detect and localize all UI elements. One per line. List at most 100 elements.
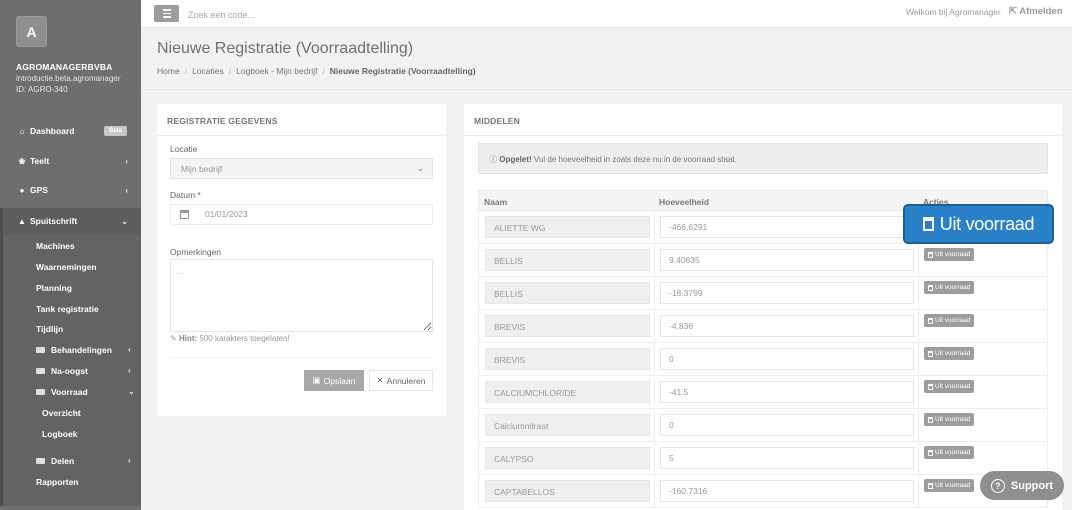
sidebar-item-overzicht[interactable]: Overzicht <box>42 408 81 418</box>
uit-voorraad-button[interactable]: Uit voorraad <box>924 314 975 327</box>
uit-voorraad-button[interactable]: Uit voorraad <box>924 380 975 393</box>
map-marker-icon: ● <box>19 185 25 195</box>
column-divider <box>654 376 655 409</box>
tint-icon: ▲ <box>18 216 26 226</box>
quantity-input[interactable] <box>660 447 914 469</box>
column-divider <box>654 409 655 442</box>
column-divider <box>654 343 655 376</box>
column-divider <box>654 244 655 277</box>
sidebar-item-behandelingen[interactable]: Behandelingen ‹ <box>36 345 131 355</box>
uit-voorraad-label: Uit voorraad <box>935 482 971 489</box>
page-title: Nieuwe Registratie (Voorraadtelling) <box>157 40 414 57</box>
sidebar-item-na-oogst[interactable]: Na-oogst ‹ <box>36 366 131 376</box>
chevron-left-icon: ‹ <box>128 456 131 465</box>
uit-voorraad-label: Uit voorraad <box>935 284 971 291</box>
save-button[interactable]: ▣ Opslaan <box>304 370 364 391</box>
sidebar-item-planning[interactable]: Planning <box>36 283 72 293</box>
search-input[interactable] <box>188 7 388 22</box>
column-header-naam: Naam <box>484 197 508 207</box>
sidebar-item-waarnemingen[interactable]: Waarnemingen <box>36 262 97 272</box>
breadcrumb-home[interactable]: Home <box>157 66 180 76</box>
sidebar-item-tank-registratie[interactable]: Tank registratie <box>36 304 99 314</box>
column-divider <box>918 409 919 442</box>
alert-message: Vul de hoeveelheid in zoals deze nu in d… <box>533 155 737 164</box>
hint-message: 500 karakters toegelaten! <box>199 334 290 343</box>
calendar-icon <box>180 210 189 219</box>
cancel-label: Annuleren <box>386 375 426 386</box>
column-divider <box>918 376 919 409</box>
uit-voorraad-button-highlighted[interactable]: Uit voorraad <box>905 206 1052 242</box>
trash-icon <box>928 482 933 489</box>
uit-voorraad-button[interactable]: Uit voorraad <box>924 347 975 360</box>
nav-dashboard[interactable]: ⌂ Dashboard Beta <box>0 118 141 144</box>
nav-dashboard-label: Dashboard <box>30 126 75 136</box>
logout-link[interactable]: ⇱ Afmelden <box>1009 6 1063 17</box>
nav-gps-label: GPS <box>30 185 48 195</box>
chevron-left-icon: ‹ <box>125 185 128 195</box>
company-info: introductie.beta.agromanager ID: AGRO-34… <box>16 73 121 95</box>
cancel-button[interactable]: ✕ Annuleren <box>369 370 433 391</box>
info-circle-icon: ⓘ <box>489 155 497 164</box>
uit-voorraad-button[interactable]: Uit voorraad <box>924 248 975 261</box>
close-icon: ✕ <box>376 375 384 385</box>
behandelingen-label: Behandelingen <box>51 345 112 355</box>
datum-field[interactable] <box>170 204 433 225</box>
uit-voorraad-highlighted-label: Uit voorraad <box>939 213 1035 234</box>
quantity-input[interactable] <box>660 348 914 370</box>
sidebar-item-tijdlijn[interactable]: Tijdlijn <box>36 324 63 334</box>
breadcrumb-locaties[interactable]: Locaties <box>192 66 224 76</box>
support-button[interactable]: ? Support <box>980 471 1064 500</box>
trash-icon <box>928 350 933 357</box>
uit-voorraad-button[interactable]: Uit voorraad <box>924 479 975 492</box>
opmerkingen-textarea[interactable] <box>170 259 433 332</box>
sidebar-item-delen[interactable]: Delen ‹ <box>36 456 131 466</box>
quantity-input[interactable] <box>660 315 914 337</box>
sidebar-item-rapporten[interactable]: Rapporten <box>36 477 79 487</box>
product-name: BELLIS <box>485 249 650 271</box>
quantity-input[interactable] <box>660 480 914 502</box>
form-divider <box>170 357 433 358</box>
datum-input[interactable] <box>205 209 405 219</box>
table-row: BREVIS Uit voorraad <box>478 310 1048 343</box>
uit-voorraad-button[interactable]: Uit voorraad <box>924 281 975 294</box>
company-id: ID: AGRO-340 <box>16 85 68 94</box>
sidebar-item-voorraad[interactable]: Voorraad ⌄ <box>36 387 135 397</box>
nav-teelt[interactable]: ❀ Teelt ‹ <box>0 148 141 174</box>
nav-gps[interactable]: ● GPS ‹ <box>0 177 141 203</box>
quantity-input[interactable] <box>660 216 914 238</box>
na-oogst-label: Na-oogst <box>51 366 88 376</box>
company-avatar: A <box>16 16 47 47</box>
trash-icon <box>928 317 933 324</box>
uit-voorraad-button[interactable]: Uit voorraad <box>924 413 975 426</box>
question-circle-icon: ? <box>990 478 1005 493</box>
trash-icon <box>928 416 933 423</box>
menu-toggle-button[interactable] <box>154 5 179 22</box>
middelen-panel-title: MIDDELEN <box>474 116 520 126</box>
uit-voorraad-button[interactable]: Uit voorraad <box>924 446 975 459</box>
uit-voorraad-label: Uit voorraad <box>935 350 971 357</box>
quantity-input[interactable] <box>660 249 914 271</box>
product-name: CAPTABELLOS <box>485 480 650 502</box>
product-name: Calciumnitraat <box>485 414 650 436</box>
uit-voorraad-label: Uit voorraad <box>935 416 971 423</box>
sidebar-item-logboek[interactable]: Logboek <box>42 429 77 439</box>
table-row: BELLIS Uit voorraad <box>478 277 1048 310</box>
quantity-input[interactable] <box>660 414 914 436</box>
product-name: ALIETTE WG <box>485 216 650 238</box>
registratie-panel: REGISTRATIE GEGEVENS Locatie Mijn bedrij… <box>157 104 446 416</box>
locatie-select[interactable]: Mijn bedrijf ⌄ <box>170 158 433 179</box>
chevron-down-icon: ⌄ <box>128 387 135 396</box>
trash-icon <box>928 383 933 390</box>
nav-spuitschrift[interactable]: ▲ Spuitschrift ⌄ <box>0 208 141 234</box>
column-divider <box>654 211 655 244</box>
quantity-input[interactable] <box>660 381 914 403</box>
opmerkingen-label: Opmerkingen <box>170 247 222 257</box>
column-divider <box>918 343 919 376</box>
panel-divider <box>464 135 1062 136</box>
column-divider <box>654 475 655 508</box>
quantity-input[interactable] <box>660 282 914 304</box>
trash-icon <box>928 251 933 258</box>
product-name: CALYPSO <box>485 447 650 469</box>
sidebar-item-machines[interactable]: Machines <box>36 241 75 251</box>
breadcrumb-logboek[interactable]: Logboek - Mijn bedrijf <box>236 66 317 76</box>
